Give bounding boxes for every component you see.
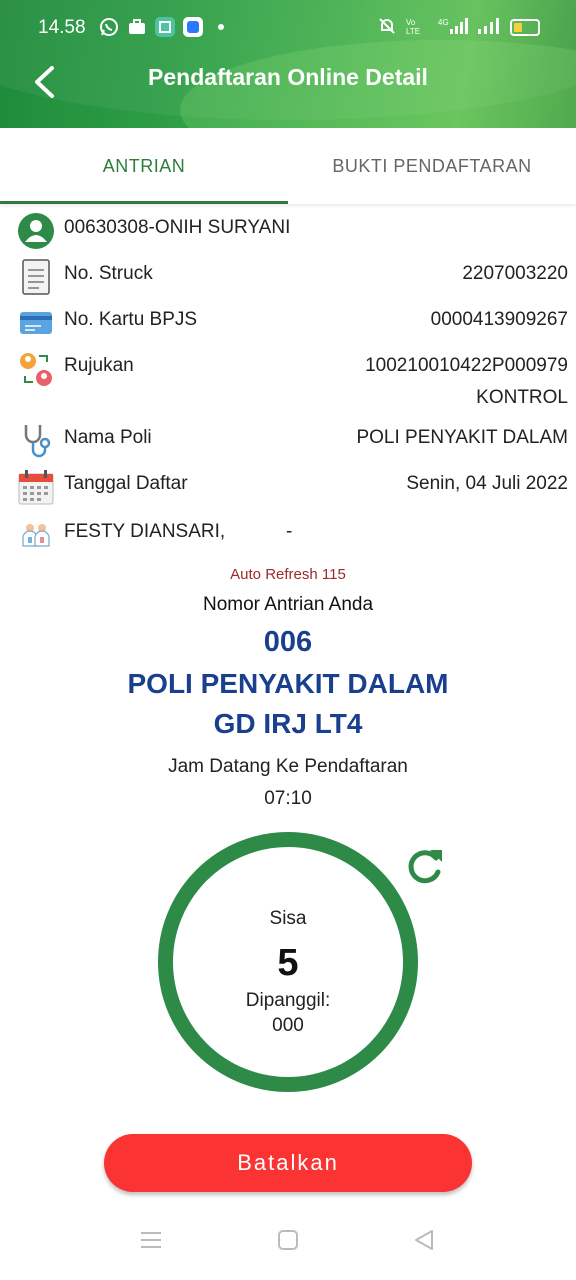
tab-bukti-pendaftaran[interactable]: BUKTI PENDAFTARAN xyxy=(288,128,576,204)
patient-name: 00630308-ONIH SURYANI xyxy=(64,217,291,238)
queue-number: 006 xyxy=(263,626,313,658)
status-left-icons xyxy=(99,17,231,37)
doctors-icon xyxy=(22,524,50,547)
signal-icon xyxy=(478,17,500,38)
tab-bar: ANTRIAN BUKTI PENDAFTARAN xyxy=(0,128,576,204)
cancel-button[interactable]: Batalkan xyxy=(104,1134,472,1192)
card-icon xyxy=(20,312,52,334)
queue-location: GD IRJ LT4 xyxy=(213,708,363,739)
briefcase-icon xyxy=(127,17,147,37)
remaining-label: Sisa xyxy=(269,908,307,929)
rujukan-label: Rujukan xyxy=(64,355,134,376)
status-right-icons: Vo LTE 4G xyxy=(378,17,540,38)
nav-back-button[interactable] xyxy=(406,1222,442,1258)
tab-antrian[interactable]: ANTRIAN xyxy=(0,128,288,204)
back-triangle-icon xyxy=(415,1230,433,1250)
called-value: 000 xyxy=(272,1015,304,1036)
struck-label: No. Struck xyxy=(64,263,153,284)
user-avatar-icon xyxy=(18,213,54,249)
home-icon xyxy=(278,1230,298,1250)
arrival-time-value: 07:10 xyxy=(264,788,312,809)
queue-poli: POLI PENYAKIT DALAM xyxy=(127,668,449,699)
tanggal-value: Senin, 04 Juli 2022 xyxy=(406,473,568,494)
status-bar: 14.58 Vo LTE 4G xyxy=(0,0,576,56)
svg-text:LTE: LTE xyxy=(406,27,420,35)
receipt-icon xyxy=(22,259,50,295)
svg-text:4G: 4G xyxy=(438,18,449,27)
battery-icon xyxy=(510,19,540,36)
stethoscope-icon xyxy=(24,425,51,458)
system-nav-bar xyxy=(0,1200,576,1280)
referral-icon xyxy=(20,353,52,386)
auto-refresh-counter: Auto Refresh 115 xyxy=(230,566,346,583)
signal-4g-icon: 4G xyxy=(438,17,468,38)
volte-icon: Vo LTE xyxy=(406,17,428,38)
refresh-icon xyxy=(408,850,442,884)
bpjs-value: 0000413909267 xyxy=(430,309,568,330)
doctor-name: FESTY DIANSARI, xyxy=(64,521,226,542)
struck-row: No. Struck 2207003220 xyxy=(0,258,576,304)
status-time: 14.58 xyxy=(38,17,86,38)
poli-value: POLI PENYAKIT DALAM xyxy=(356,427,568,448)
queue-number-label: Nomor Antrian Anda xyxy=(202,594,374,615)
app-icon xyxy=(155,17,175,37)
rujukan-row: Rujukan 100210010422P000979 KONTROL xyxy=(0,350,576,416)
app-icon xyxy=(183,17,203,37)
doctor-value: - xyxy=(286,521,293,542)
dot-icon xyxy=(211,17,231,37)
tanggal-row: Tanggal Daftar Senin, 04 Juli 2022 xyxy=(0,468,576,514)
refresh-button[interactable] xyxy=(404,846,446,888)
bpjs-label: No. Kartu BPJS xyxy=(64,309,198,330)
svg-text:Vo: Vo xyxy=(406,18,416,27)
app-header: 14.58 Vo LTE 4G Pendaftaran Online Detai… xyxy=(0,0,576,128)
whatsapp-icon xyxy=(99,17,119,37)
nav-menu-button[interactable] xyxy=(133,1222,169,1258)
bpjs-row: No. Kartu BPJS 0000413909267 xyxy=(0,304,576,350)
calendar-icon xyxy=(18,470,54,505)
remaining-value: 5 xyxy=(277,942,299,984)
page-title: Pendaftaran Online Detail xyxy=(148,64,428,90)
rujukan-value: 100210010422P000979 xyxy=(365,355,568,376)
poli-row: Nama Poli POLI PENYAKIT DALAM xyxy=(0,422,576,468)
poli-label: Nama Poli xyxy=(64,427,152,448)
tanggal-label: Tanggal Daftar xyxy=(64,473,188,494)
menu-icon xyxy=(141,1232,161,1248)
called-label: Dipanggil: xyxy=(245,990,331,1011)
rujukan-type: KONTROL xyxy=(476,387,568,408)
patient-row: 00630308-ONIH SURYANI xyxy=(0,212,576,258)
struck-value: 2207003220 xyxy=(462,263,568,284)
arrival-time-label: Jam Datang Ke Pendaftaran xyxy=(168,756,408,777)
doctor-row: FESTY DIANSARI, - xyxy=(0,514,576,560)
nav-home-button[interactable] xyxy=(270,1222,306,1258)
mute-icon xyxy=(378,17,396,38)
